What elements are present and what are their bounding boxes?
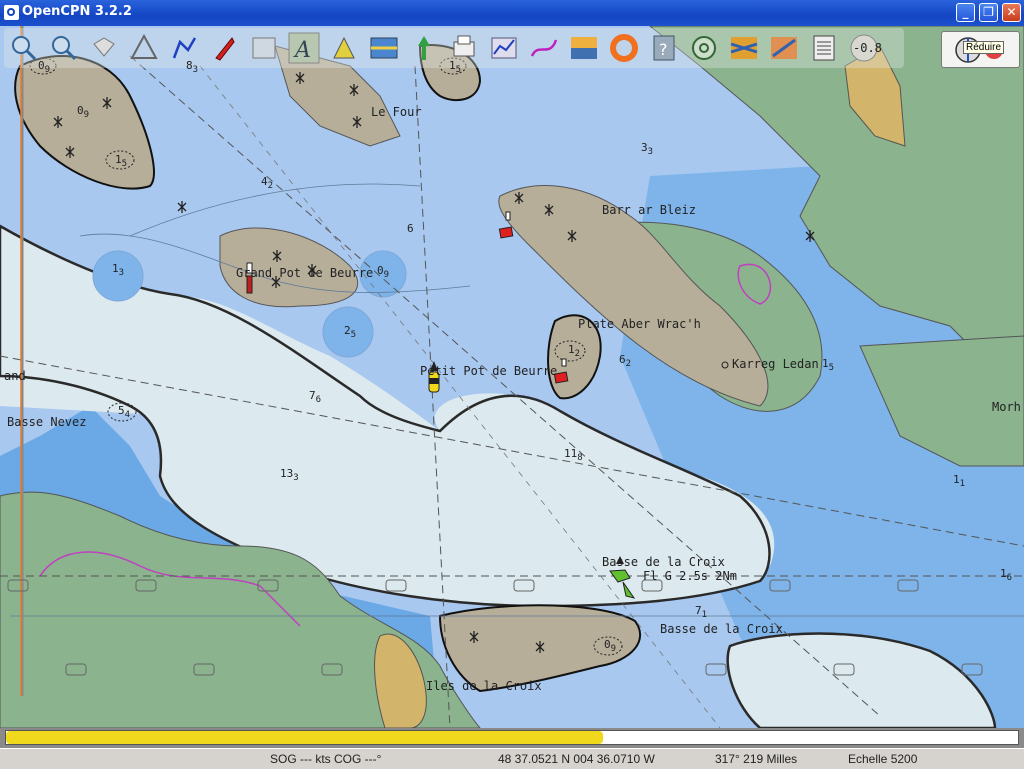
sounding: 09 xyxy=(77,104,90,120)
label-grand-pot-de-beurre: Grand Pot de Beurre xyxy=(236,266,374,280)
sounding: 71 xyxy=(695,604,708,620)
chart-icon[interactable] xyxy=(768,32,800,64)
label-and: and xyxy=(4,369,26,383)
label-basse-nevez: Basse Nevez xyxy=(7,415,87,429)
scale-out-icon[interactable] xyxy=(128,32,160,64)
help-icon[interactable]: ? xyxy=(648,32,680,64)
label-iles-de-la-croix: Iles de la Croix xyxy=(426,679,542,693)
label-barr-ar-bleiz: Barr ar Bleiz xyxy=(602,203,696,217)
zoom-in-icon[interactable] xyxy=(8,32,40,64)
track-icon[interactable] xyxy=(528,32,560,64)
sounding: 76 xyxy=(309,389,322,405)
label-petit-pot-de-beurre: Petit Pot de Beurre xyxy=(420,364,558,378)
status-sog-cog: SOG --- kts COG ---° xyxy=(270,752,382,766)
scale-in-icon[interactable] xyxy=(88,32,120,64)
window-title: OpenCPN 3.2.2 xyxy=(22,4,132,19)
sounding: 42 xyxy=(261,175,274,191)
reduce-tooltip: Réduire xyxy=(963,41,1005,54)
compass-icon[interactable]: -0.8 xyxy=(848,32,882,64)
label-basse-de-la-croix-light: Basse de la Croix xyxy=(602,555,725,569)
zoom-out-icon[interactable] xyxy=(48,32,80,64)
status-bar: SOG --- kts COG ---° 48 37.0521 N 004 36… xyxy=(0,748,1024,769)
dashboard-icon[interactable] xyxy=(488,32,520,64)
ais-icon[interactable] xyxy=(688,32,720,64)
log-icon[interactable] xyxy=(808,32,840,64)
status-bearing-range: 317° 219 Milles xyxy=(715,752,798,766)
ship-icon[interactable] xyxy=(208,32,240,64)
sounding: 118 xyxy=(564,447,583,463)
sounding: 09 xyxy=(38,59,51,75)
current-icon[interactable] xyxy=(408,32,440,64)
progress-fill xyxy=(6,731,603,744)
sounding: 13 xyxy=(112,262,125,278)
sounding: 15 xyxy=(822,357,835,373)
sounding: 09 xyxy=(377,264,390,280)
title-bar: OpenCPN 3.2.2 _ ❐ ✕ xyxy=(0,0,1024,26)
sounding: 6 xyxy=(407,222,414,235)
sounding: 16 xyxy=(1000,567,1013,583)
status-scale: Echelle 5200 xyxy=(848,752,918,766)
svg-text:A: A xyxy=(293,38,311,63)
grib-icon[interactable] xyxy=(728,32,760,64)
minimize-button[interactable]: _ xyxy=(956,3,975,22)
sounding: 09 xyxy=(604,638,617,654)
mob-icon[interactable] xyxy=(608,32,640,64)
chart-load-progress xyxy=(0,728,1024,748)
sounding: 83 xyxy=(186,59,199,75)
app-icon xyxy=(4,5,19,20)
reduce-button[interactable]: Réduire xyxy=(941,31,1020,68)
label-le-four: Le Four xyxy=(371,105,422,119)
svg-text:?: ? xyxy=(659,40,668,59)
sounding: 25 xyxy=(344,324,357,340)
sounding: 62 xyxy=(619,353,632,369)
label-light-character: Fl G 2.5s 2Nm xyxy=(643,569,737,583)
sounding: 54 xyxy=(118,404,131,420)
chart-canvas[interactable]: A ? -0.8 Réduire Le Four Barr ar Bleiz G… xyxy=(0,26,1024,728)
status-position: 48 37.0521 N 004 36.0710 W xyxy=(498,752,655,766)
sounding: 33 xyxy=(641,141,654,157)
waypoint-icon[interactable] xyxy=(328,32,360,64)
label-karreg-ledan: Karreg Ledan xyxy=(732,357,819,371)
text-icon[interactable]: A xyxy=(288,32,320,64)
label-basse-de-la-croix: Basse de la Croix xyxy=(660,622,783,636)
chart-quilt-icon[interactable] xyxy=(248,32,280,64)
tide-icon[interactable] xyxy=(368,32,400,64)
color-scheme-icon[interactable] xyxy=(568,32,600,64)
sounding: 11 xyxy=(953,473,966,489)
sounding: 12 xyxy=(568,343,581,359)
sounding: 15 xyxy=(115,153,128,169)
label-plate-aber-wrach: Plate Aber Wrac'h xyxy=(578,317,701,331)
sounding: 133 xyxy=(280,467,299,483)
sounding: 15 xyxy=(449,59,462,75)
close-button[interactable]: ✕ xyxy=(1002,3,1021,22)
label-morh: Morh xyxy=(992,400,1021,414)
maximize-button[interactable]: ❐ xyxy=(979,3,998,22)
heading-value: -0.8 xyxy=(853,41,882,55)
